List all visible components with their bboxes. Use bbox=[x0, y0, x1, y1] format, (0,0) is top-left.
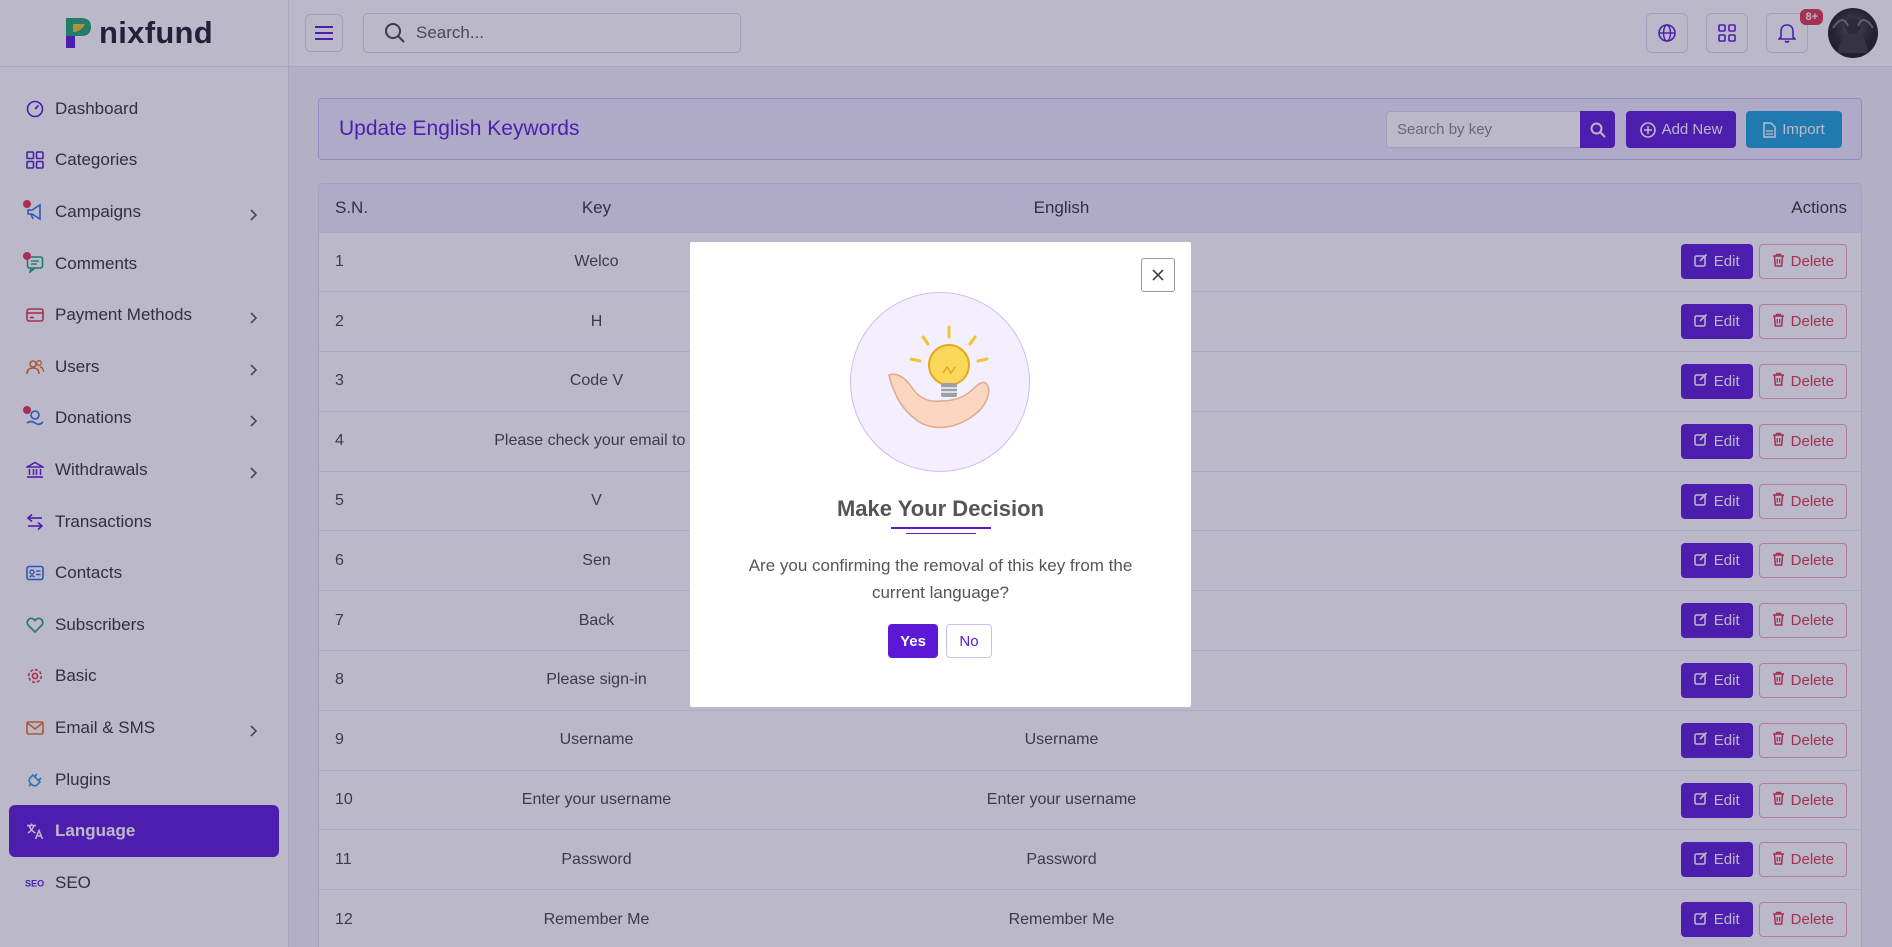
lightbulb-icon bbox=[888, 325, 990, 429]
confirm-delete-modal: Make Your Decision Are you confirming th… bbox=[690, 242, 1191, 707]
close-icon bbox=[1152, 269, 1164, 281]
modal-message: Are you confirming the removal of this k… bbox=[748, 556, 1133, 602]
title-underline bbox=[891, 527, 991, 529]
lightbulb-hand-illustration bbox=[850, 292, 1030, 472]
title-underline-short bbox=[906, 533, 976, 534]
modal-close-button[interactable] bbox=[1141, 258, 1175, 292]
modal-title: Make Your Decision bbox=[836, 496, 1045, 521]
confirm-no-button[interactable]: No bbox=[946, 624, 992, 658]
confirm-yes-button[interactable]: Yes bbox=[888, 624, 938, 658]
